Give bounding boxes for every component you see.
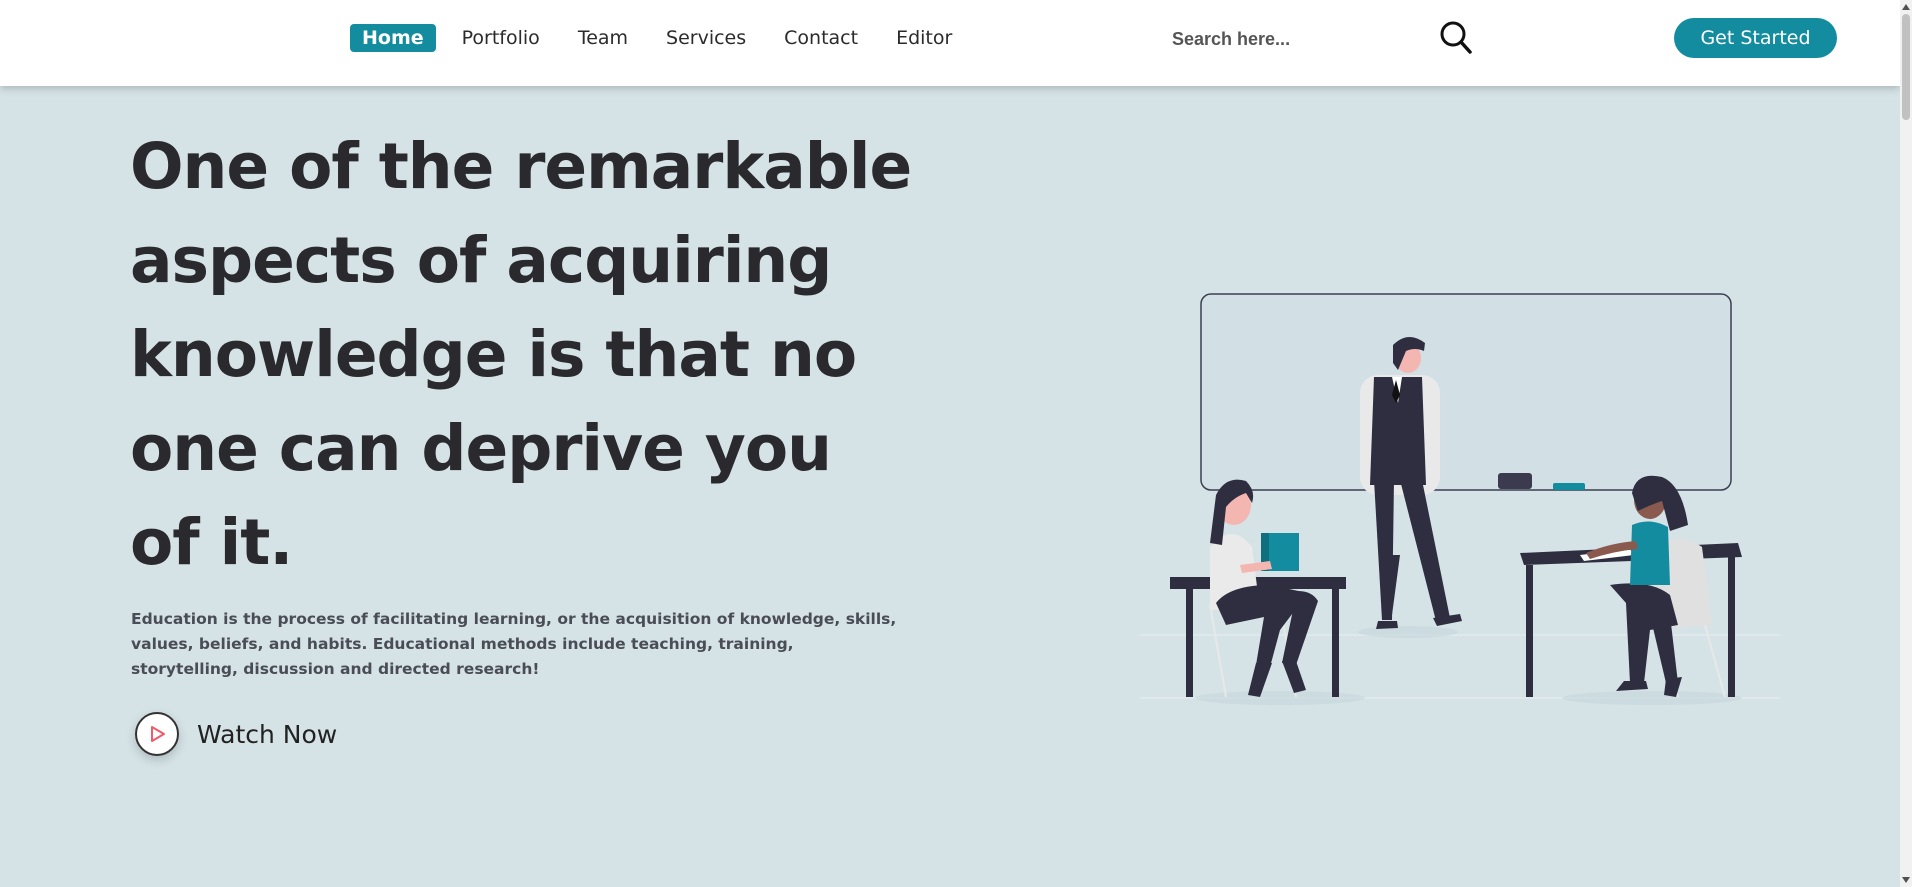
navbar: Home Portfolio Team Services Contact Edi… <box>0 0 1900 86</box>
left-student-desk <box>1170 479 1365 705</box>
search-button[interactable] <box>1439 20 1473 56</box>
watch-now-label: Watch Now <box>197 719 338 749</box>
play-icon <box>151 726 165 742</box>
nav-item-editor[interactable]: Editor <box>884 24 964 52</box>
nav-item-contact[interactable]: Contact <box>772 24 870 52</box>
nav-item-home[interactable]: Home <box>350 24 436 52</box>
nav-item-services[interactable]: Services <box>654 24 758 52</box>
hero-description: Education is the process of facilitating… <box>131 610 897 678</box>
scroll-up-arrow-icon[interactable] <box>1902 4 1910 10</box>
play-button[interactable] <box>135 712 179 756</box>
watch-now-button[interactable]: Watch Now <box>135 712 337 756</box>
right-student-desk <box>1520 475 1742 705</box>
nav-item-team[interactable]: Team <box>566 24 640 52</box>
search-icon <box>1440 21 1472 54</box>
scrollbar-thumb[interactable] <box>1902 14 1910 120</box>
hero-title: One of the remarkable aspects of acquiri… <box>130 130 912 579</box>
nav-item-portfolio[interactable]: Portfolio <box>450 24 552 52</box>
get-started-button[interactable]: Get Started <box>1674 18 1837 58</box>
nav-links: Home Portfolio Team Services Contact Edi… <box>350 24 964 52</box>
scroll-down-arrow-icon[interactable] <box>1902 877 1910 883</box>
whiteboard <box>1200 293 1732 491</box>
search-input[interactable] <box>1170 24 1404 54</box>
classroom-illustration <box>1140 293 1780 705</box>
scrollbar[interactable] <box>1900 0 1912 887</box>
